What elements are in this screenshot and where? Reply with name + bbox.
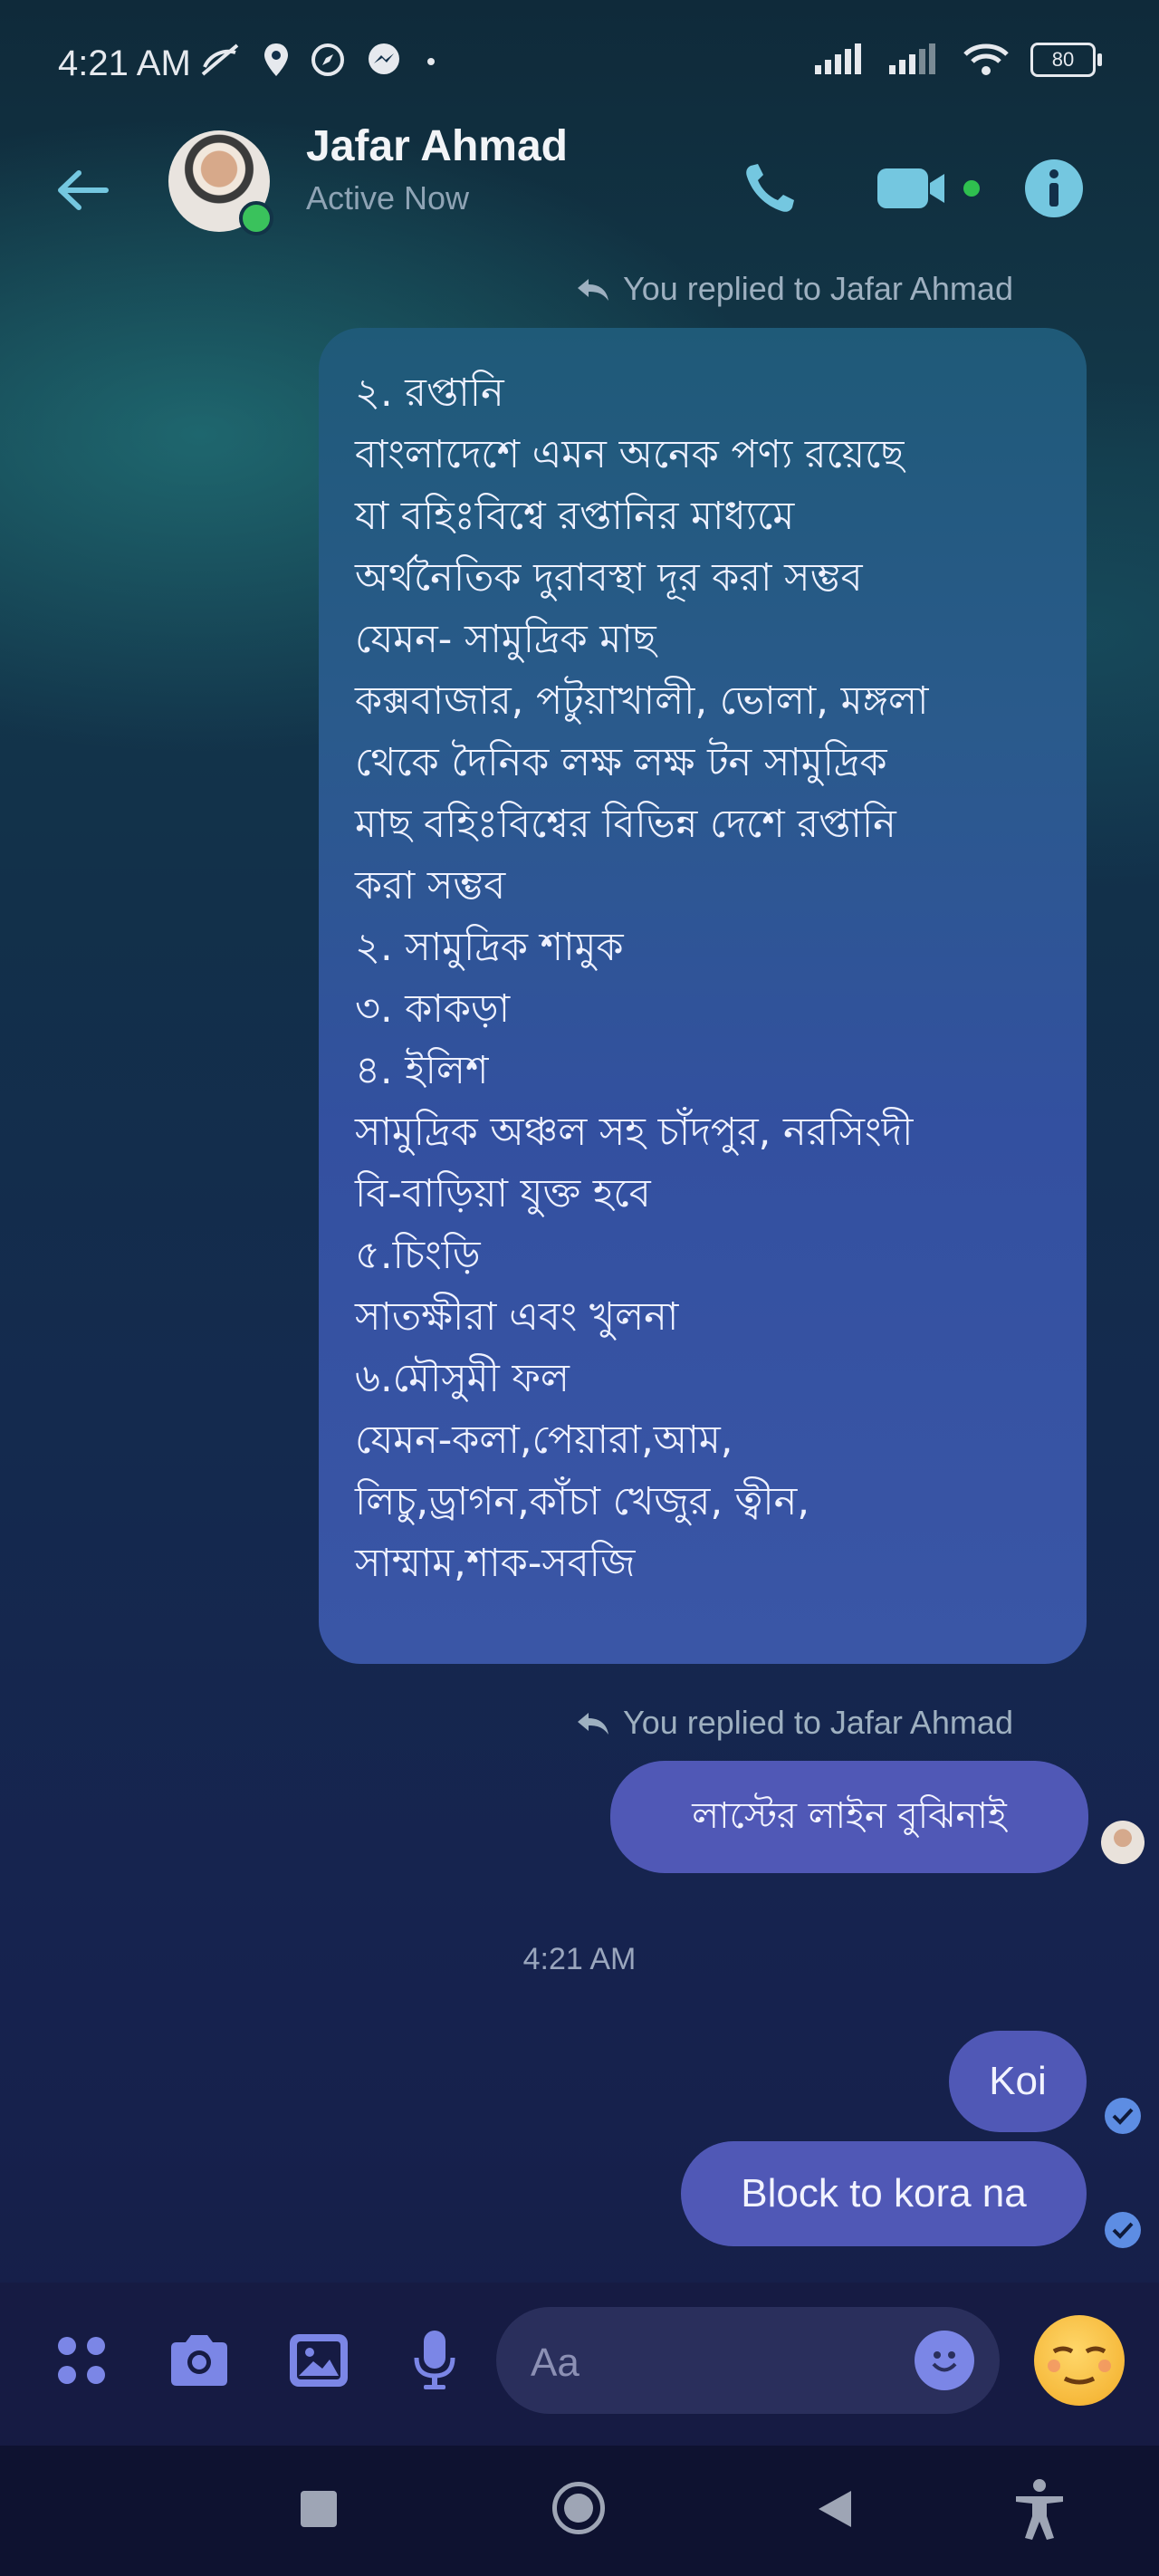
- message-text: Block to kora na: [741, 2171, 1027, 2216]
- reply-label: You replied to Jafar Ahmad: [574, 270, 1013, 308]
- message-line: ৩. কাকড়া: [355, 986, 511, 1032]
- message-line: যেমন-কলা,পেয়ারা,আম,: [355, 1418, 733, 1463]
- message-line: বাংলাদেশে এমন অনেক পণ্য রয়েছে: [355, 432, 905, 477]
- message-line: ২. রপ্তানি: [355, 370, 504, 416]
- message-bubble-long[interactable]: ২. রপ্তানি বাংলাদেশে এমন অনেক পণ্য রয়েছ…: [319, 328, 1087, 1664]
- message-text: Koi: [989, 2059, 1047, 2103]
- message-line: মাছ বহিঃবিশ্বের বিভিন্ন দেশে রপ্তানি: [355, 802, 896, 847]
- message-line: অর্থনৈতিক দুরাবস্থা দূর করা সম্ভব: [355, 555, 863, 601]
- dot-icon: [427, 58, 435, 65]
- message-text: লাস্টের লাইন বুঝিনাই: [692, 1794, 1007, 1837]
- location-icon: [264, 43, 288, 76]
- home-button[interactable]: [552, 2482, 605, 2534]
- message-bubble[interactable]: Block to kora na: [681, 2141, 1087, 2246]
- call-muted-icon: [201, 43, 239, 76]
- emoji-icon: [932, 2351, 957, 2372]
- emoji-button[interactable]: [915, 2331, 974, 2390]
- message-line: সাম্মাম,শাক-সবজি: [355, 1541, 636, 1586]
- accessibility-icon[interactable]: [1012, 2478, 1067, 2542]
- messenger-icon: [369, 43, 399, 74]
- battery-icon: 80: [1030, 43, 1102, 77]
- active-status-dot: [239, 201, 273, 235]
- seen-avatar: [1101, 1821, 1145, 1864]
- signal-icon: [815, 43, 861, 74]
- reply-arrow-icon: [578, 1713, 608, 1735]
- timestamp: 4:21 AM: [522, 1942, 637, 1976]
- reply-label: You replied to Jafar Ahmad: [574, 1704, 1013, 1742]
- video-call-icon: [877, 168, 980, 208]
- contact-name[interactable]: Jafar Ahmad: [306, 121, 568, 171]
- wifi-icon: [963, 43, 1009, 75]
- delivered-check-icon: [1105, 2212, 1141, 2248]
- message-line: থেকে দৈনিক লক্ষ লক্ষ টন সামুদ্রিক: [355, 740, 887, 785]
- message-line: সামুদ্রিক অঞ্চল সহ চাঁদপুর, নরসিংদী: [355, 1110, 914, 1155]
- message-bubble[interactable]: লাস্টের লাইন বুঝিনাই: [610, 1761, 1088, 1873]
- message-bubble[interactable]: Koi: [949, 2031, 1087, 2132]
- reaction-emoji-button[interactable]: [1034, 2315, 1125, 2406]
- microphone-icon: [414, 2331, 455, 2389]
- signal-icon-2: [889, 43, 935, 74]
- system-nav-bar: [0, 2446, 1159, 2576]
- camera-button[interactable]: [163, 2324, 235, 2397]
- gallery-icon: [290, 2334, 348, 2387]
- message-line: বি-বাড়িয়া যুক্ত হবে: [355, 1171, 651, 1216]
- microphone-button[interactable]: [398, 2324, 471, 2397]
- status-icons-right: 80: [813, 42, 1102, 78]
- compass-icon: [311, 43, 344, 76]
- info-button[interactable]: [1011, 145, 1097, 232]
- home-dot-icon: [564, 2494, 593, 2523]
- status-time: 4:21 AM: [58, 43, 191, 83]
- message-input-placeholder: Aa: [531, 2341, 580, 2385]
- message-line: সাতক্ষীরা এবং খুলনা: [355, 1294, 679, 1340]
- message-line: লিচু,ড্রাগন,কাঁচা খেজুর, ত্বীন,: [355, 1479, 810, 1524]
- message-line: করা সম্ভব: [355, 863, 506, 908]
- message-line: যেমন- সামুদ্রিক মাছ: [355, 617, 656, 662]
- recents-button[interactable]: [301, 2491, 337, 2527]
- contact-status: Active Now: [306, 179, 470, 216]
- message-line: ২. সামুদ্রিক শামুক: [355, 925, 624, 970]
- reaction-emoji-icon: [1048, 2346, 1111, 2385]
- message-line: ৬.মৌসুমী ফল: [355, 1356, 570, 1401]
- apps-icon: [58, 2337, 105, 2384]
- message-line: কক্সবাজার, পটুয়াখালী, ভোলা, মঙ্গলা: [355, 678, 929, 724]
- back-arrow-icon: [58, 170, 109, 210]
- back-button[interactable]: [45, 154, 118, 226]
- reply-arrow-icon: [578, 279, 608, 301]
- voice-call-button[interactable]: [726, 145, 813, 232]
- status-bar: 4:21 AM 80: [0, 0, 1159, 127]
- info-icon: [1025, 159, 1083, 217]
- message-line: ৫.চিংড়ি: [355, 1233, 481, 1278]
- apps-button[interactable]: [45, 2324, 118, 2397]
- delivered-check-icon: [1105, 2098, 1141, 2134]
- message-line: ৪. ইলিশ: [355, 1048, 489, 1093]
- message-line: যা বহিঃবিশ্বে রপ্তানির মাধ্যমে: [355, 494, 795, 539]
- gallery-button[interactable]: [283, 2324, 355, 2397]
- back-nav-button[interactable]: [815, 2489, 855, 2529]
- reply-label-text: You replied to Jafar Ahmad: [623, 270, 1013, 307]
- phone-icon: [746, 164, 794, 212]
- video-call-button[interactable]: [869, 145, 987, 232]
- camera-icon: [171, 2335, 227, 2386]
- status-icons-left: [197, 42, 440, 78]
- reply-label-text: You replied to Jafar Ahmad: [623, 1704, 1013, 1741]
- chat-header: Jafar Ahmad Active Now: [0, 118, 1159, 263]
